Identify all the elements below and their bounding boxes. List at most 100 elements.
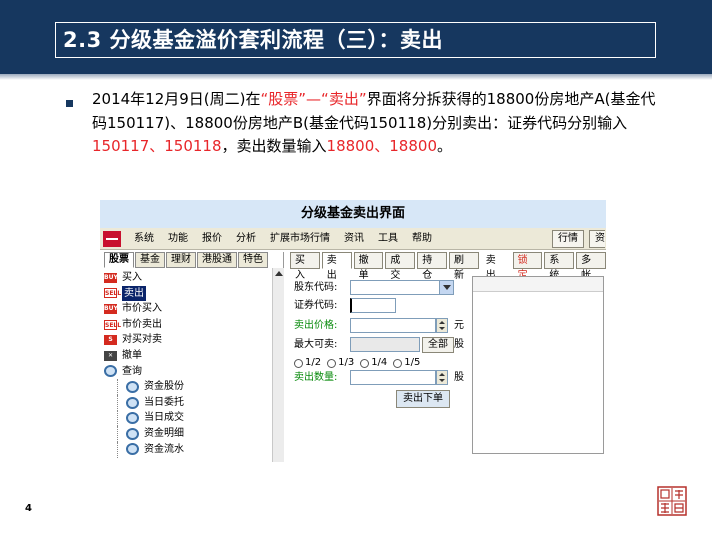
price-label: 卖出价格: (294, 320, 338, 331)
tree-item-market-buy[interactable]: BUY 市价买入 (104, 301, 272, 317)
quotes-button[interactable]: 行情 (552, 230, 584, 248)
tab-hk-connect[interactable]: 港股通 (197, 252, 237, 268)
tab-fund[interactable]: 基金 (135, 252, 165, 268)
qty-row: 卖出数量: (294, 370, 337, 386)
tree-label: 买入 (122, 272, 142, 283)
security-code-input[interactable] (350, 298, 396, 313)
toolbar-multi-account[interactable]: 多帐 (576, 252, 606, 281)
tree-item-market-sell[interactable]: SELL 市价卖出 (104, 317, 272, 333)
tree-item-today-orders[interactable]: 当日委托 (104, 394, 272, 411)
para-highlight-qty: 18800、18800 (326, 137, 437, 155)
max-quantity-field (350, 337, 420, 352)
menu-system[interactable]: 系统 (134, 228, 154, 250)
submit-sell-button[interactable]: 卖出下单 (396, 390, 450, 408)
info-button-cut[interactable]: 资 (589, 230, 605, 248)
para-text-1: 2014年12月9日(周二)在 (92, 90, 261, 108)
trade-toolbar: 买入 卖出 撤单 成交 持仓 刷新 卖出 锁定 系统 多帐 (290, 252, 606, 281)
tree-item-fund-detail[interactable]: 资金明细 (104, 425, 272, 442)
swap-icon: S (104, 335, 117, 346)
radio-half[interactable]: 1/2 (294, 355, 321, 371)
toolbar-holdings[interactable]: 持仓 (417, 252, 447, 281)
tree-label: 当日委托 (144, 396, 184, 408)
tree-item-fund-flow[interactable]: 资金流水 (104, 441, 272, 458)
tree-item-cancel[interactable]: ✕ 撤单 (104, 348, 272, 364)
price-stepper-icon[interactable] (436, 318, 448, 333)
radio-fifth[interactable]: 1/5 (393, 355, 420, 371)
toolbar-cancel[interactable]: 撤单 (353, 252, 384, 281)
menu-help[interactable]: 帮助 (412, 228, 432, 250)
tab-wealth[interactable]: 理财 (166, 252, 196, 268)
tab-special[interactable]: 特色 (238, 252, 268, 268)
radio-label: 1/3 (338, 357, 355, 368)
chevron-down-icon[interactable] (439, 281, 453, 294)
toolbar-lock[interactable]: 锁定 (512, 252, 543, 281)
account-select[interactable] (350, 280, 454, 295)
app-menubar: 系统 功能 报价 分析 扩展市场行情 资讯 工具 帮助 行情 资 (100, 228, 606, 250)
toolbar-system[interactable]: 系统 (544, 252, 575, 281)
radio-circle-icon[interactable] (327, 358, 337, 368)
all-button[interactable]: 全部 (422, 337, 454, 353)
query-icon (126, 396, 139, 409)
toolbar-refresh[interactable]: 刷新 (448, 252, 479, 281)
menu-info[interactable]: 资讯 (344, 228, 364, 250)
max-row: 最大可卖: (294, 337, 337, 353)
tree-label: 对买对卖 (122, 334, 162, 346)
tree-label-selected: 卖出 (122, 285, 146, 302)
tree-item-funds-shares[interactable]: 资金股份 (104, 379, 272, 395)
tree-label: 市价卖出 (122, 318, 162, 330)
buy-icon: BUY (104, 303, 118, 314)
toolbar-buy[interactable]: 买入 (290, 252, 320, 281)
menu-function[interactable]: 功能 (168, 228, 188, 250)
sell-icon: SELL (104, 319, 122, 330)
quantity-stepper-icon[interactable] (436, 370, 448, 385)
code-label: 证券代码: (294, 300, 338, 311)
tree-label: 资金流水 (144, 443, 184, 455)
toolbar-deals[interactable]: 成交 (385, 252, 416, 281)
tab-stock[interactable]: 股票 (104, 252, 134, 268)
buy-icon: BUY (104, 272, 118, 283)
company-seal-logo (657, 486, 687, 516)
tree-item-today-deals[interactable]: 当日成交 (104, 410, 272, 426)
toolbar-sell[interactable]: 卖出 (321, 252, 352, 281)
radio-quarter[interactable]: 1/4 (360, 355, 387, 371)
radio-label: 1/4 (371, 357, 388, 368)
tree-label: 撤单 (122, 349, 142, 361)
query-icon (126, 380, 139, 393)
tree-item-cross-trade[interactable]: S 对买对卖 (104, 332, 272, 348)
toolbar-sell-label: 卖出 (485, 255, 496, 281)
menu-analysis[interactable]: 分析 (236, 228, 256, 250)
tree-scrollbar[interactable] (272, 268, 284, 462)
left-tabs: 股票 基金 理财 港股通 特色 (104, 252, 268, 268)
quantity-input[interactable] (350, 370, 436, 385)
query-icon (126, 427, 139, 440)
radio-circle-icon[interactable] (393, 358, 403, 368)
sell-form: 股东代码: 证券代码: 卖出价格: 元 最大可卖: 全部 股 1/2 1/3 1… (294, 276, 470, 454)
price-unit: 元 (454, 320, 464, 331)
radio-circle-icon[interactable] (294, 358, 303, 368)
trading-screenshot: 分级基金卖出界面 系统 功能 报价 分析 扩展市场行情 资讯 工具 帮助 行情 … (100, 200, 606, 462)
tree-label: 市价买入 (122, 303, 162, 315)
menu-ext-market[interactable]: 扩展市场行情 (270, 228, 330, 250)
account-row: 股东代码: (294, 280, 337, 296)
title-band: 2.3 分级基金溢价套利流程（三）：卖出 (0, 0, 712, 80)
bullet-marker (66, 100, 73, 107)
radio-label: 1/2 (305, 357, 322, 368)
qty-label: 卖出数量: (294, 372, 338, 383)
price-input[interactable] (350, 318, 436, 333)
tree-label: 当日成交 (144, 412, 184, 424)
para-text-3: ，卖出数量输入 (221, 137, 327, 155)
scroll-up-arrow-icon[interactable] (275, 271, 283, 276)
radio-circle-icon[interactable] (360, 358, 370, 368)
bullet-paragraph: 2014年12月9日(周二)在“股票”—“卖出”界面将分拆获得的18800份房地… (92, 88, 662, 159)
tree-item-buy[interactable]: BUY 买入 (104, 270, 272, 286)
screenshot-caption: 分级基金卖出界面 (100, 200, 606, 228)
menu-quote[interactable]: 报价 (202, 228, 222, 250)
sell-icon: SELL (104, 288, 122, 299)
tree-item-sell[interactable]: SELL 卖出 (104, 285, 272, 302)
tree-item-query[interactable]: 查询 (104, 364, 272, 380)
menu-tools[interactable]: 工具 (378, 228, 398, 250)
para-highlight-codes: 150117、150118 (92, 137, 222, 155)
para-text-4: 。 (436, 137, 452, 155)
query-icon (126, 443, 139, 456)
radio-third[interactable]: 1/3 (327, 355, 354, 371)
